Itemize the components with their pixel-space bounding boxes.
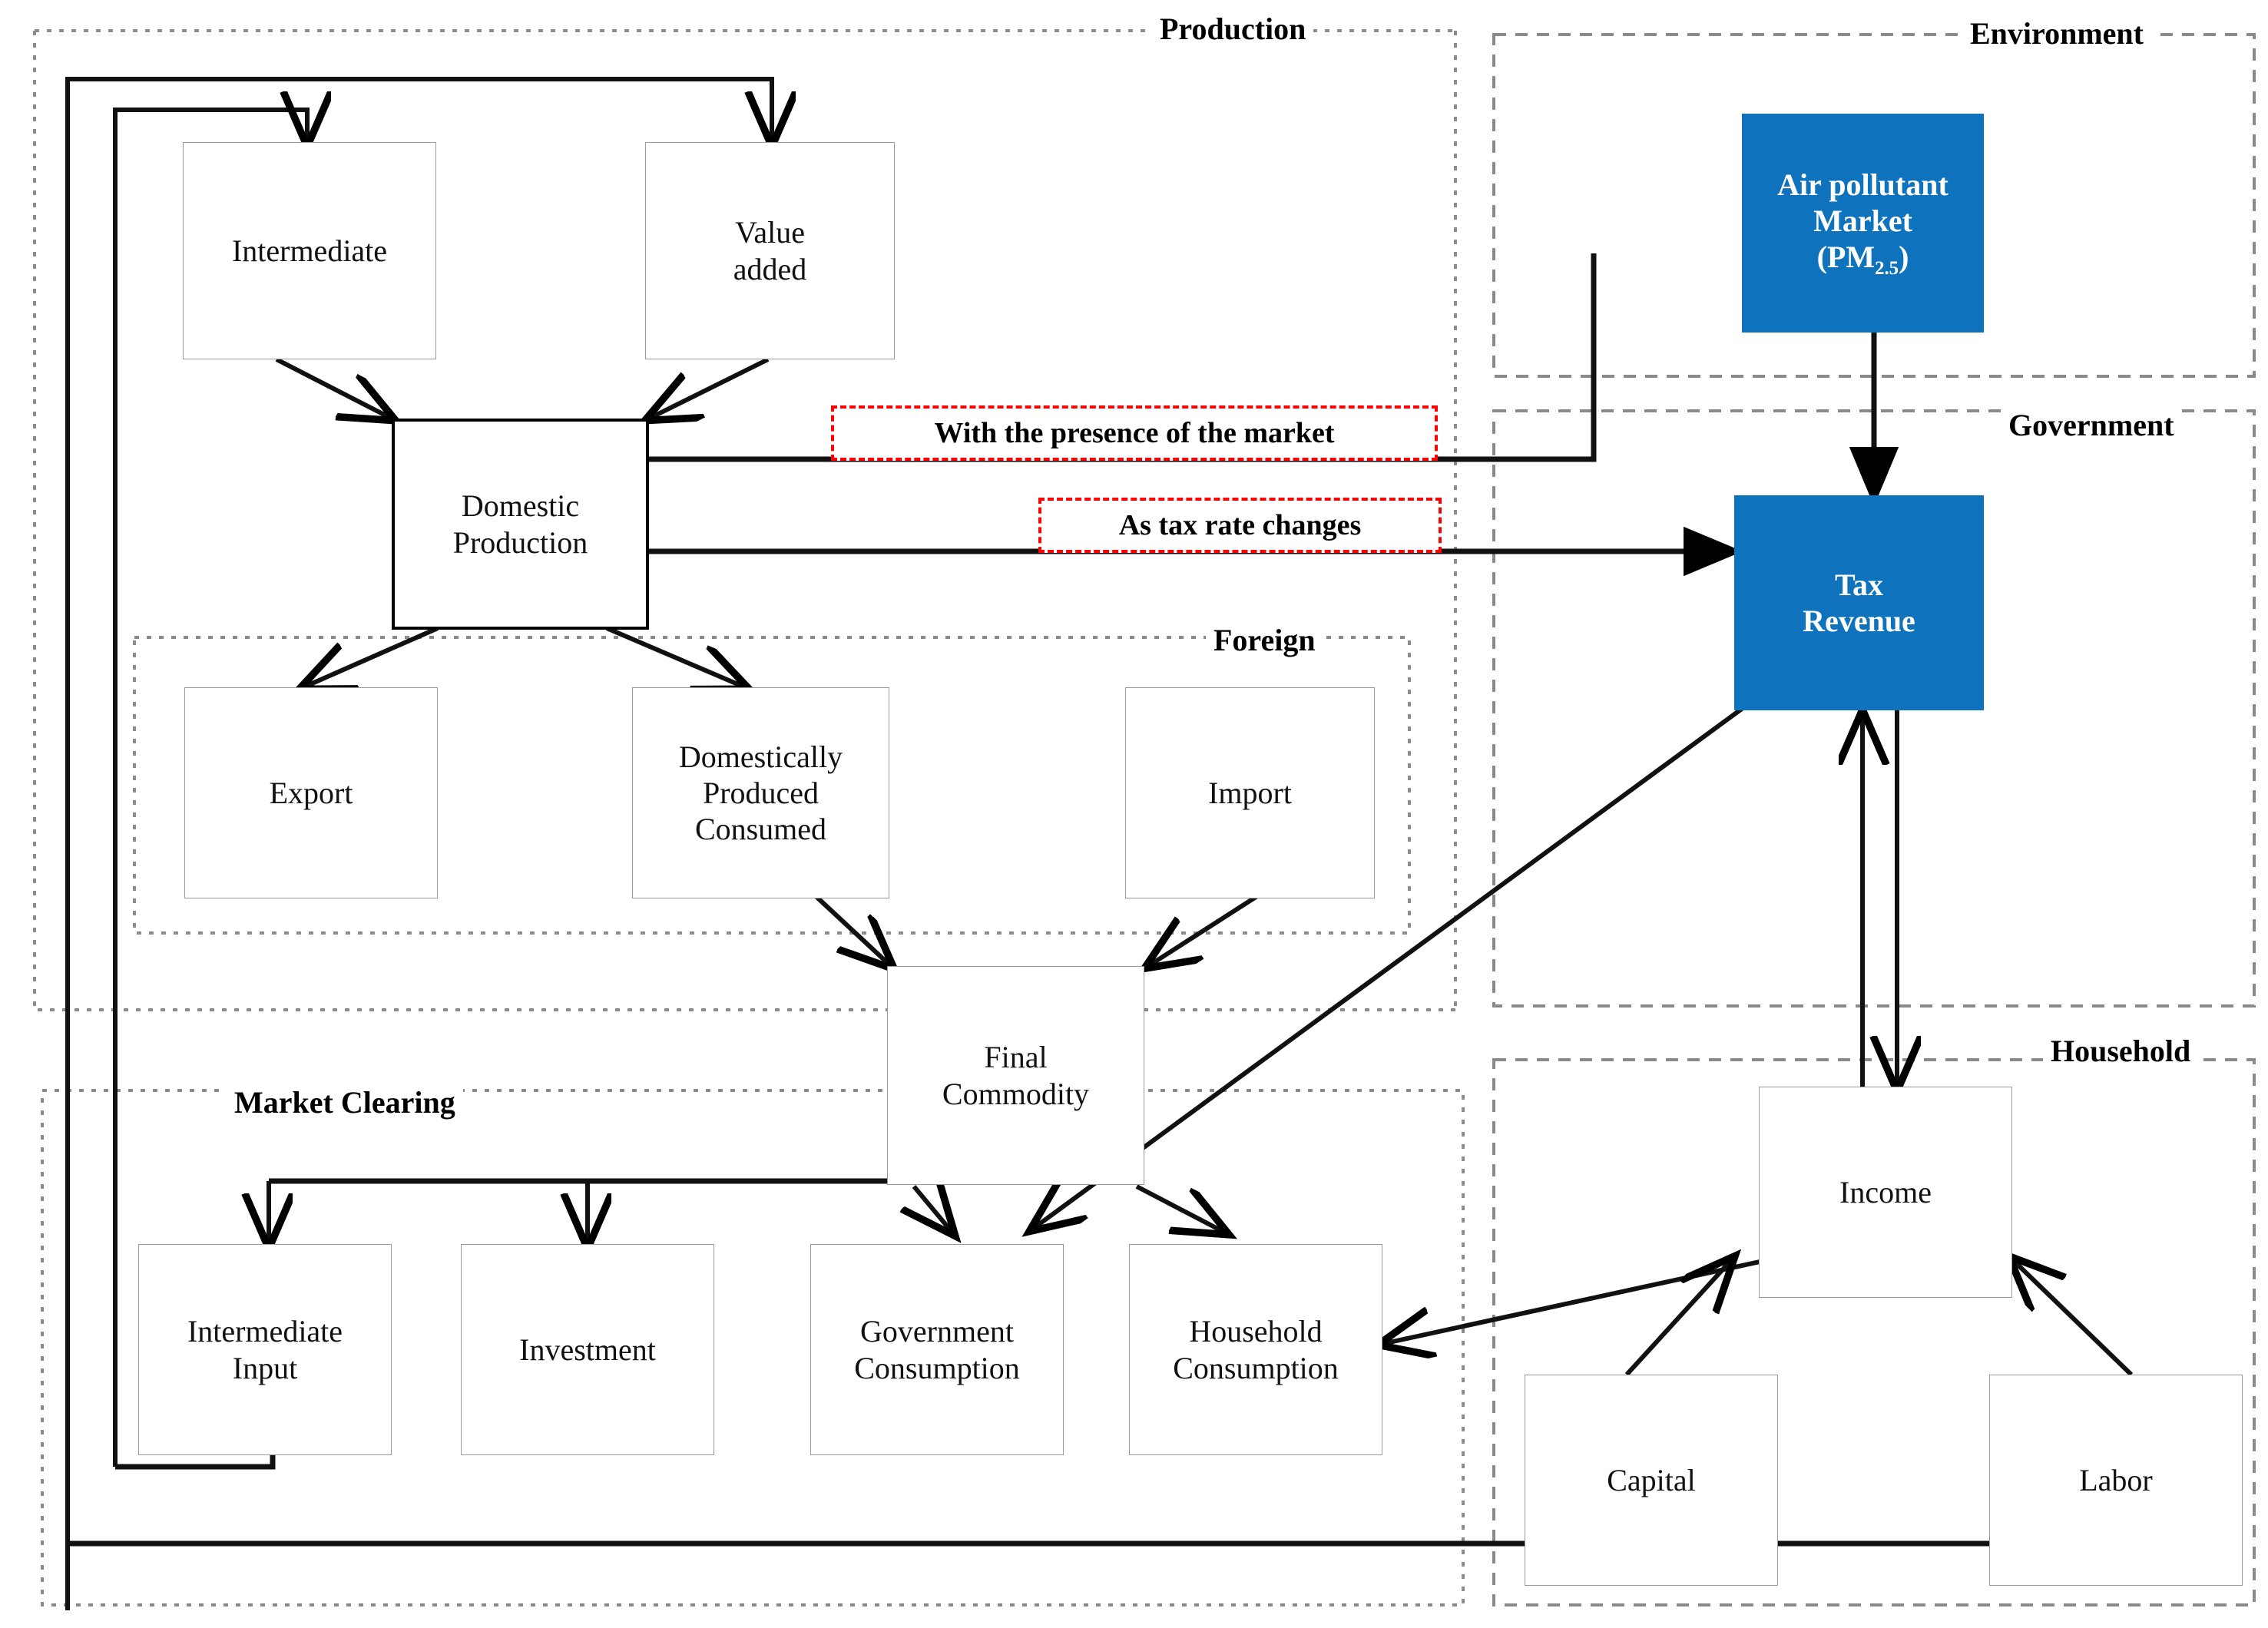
region-label-environment: Environment [1962,15,2151,51]
node-domestically-produced-consumed-label: Domestically Produced Consumed [678,739,843,847]
node-domestic-production[interactable]: Domestic Production [392,419,649,630]
region-label-foreign: Foreign [1206,622,1323,658]
region-label-government: Government [2001,407,2182,443]
arrow-dpc-to-final-commodity [812,892,891,966]
node-domestically-produced-consumed[interactable]: Domestically Produced Consumed [632,687,889,898]
annotation-with-presence-of-market: With the presence of the market [831,405,1438,461]
arrow-labor-to-income [2012,1259,2134,1377]
node-labor[interactable]: Labor [1989,1375,2243,1586]
annotation-with-presence-of-market-label: With the presence of the market [934,417,1335,449]
node-income-label: Income [1839,1174,1932,1209]
diagram-canvas: Production Environment Government Foreig… [0,0,2268,1628]
region-label-household: Household [2043,1033,2199,1069]
node-import-label: Import [1208,775,1292,810]
node-tax-revenue-label: Tax Revenue [1803,567,1915,638]
arrow-intermediate-to-domestic-production [275,357,392,419]
arrow-income-to-household-consumption [1382,1257,1771,1344]
node-investment-label: Investment [519,1332,656,1367]
node-value-added-label: Value added [733,215,807,286]
node-air-pollutant-market-label: Air pollutant Market (PM2.5) [1777,167,1948,280]
annotation-as-tax-rate-changes: As tax rate changes [1038,498,1442,553]
arrow-capital-to-income [1624,1259,1732,1377]
arrow-final-commodity-to-government-consumption [914,1186,952,1233]
node-final-commodity-label: Final Commodity [942,1040,1090,1111]
node-intermediate-input[interactable]: Intermediate Input [138,1244,392,1455]
annotation-as-tax-rate-changes-label: As tax rate changes [1118,509,1362,541]
node-government-consumption-label: Government Consumption [854,1314,1020,1385]
region-label-production: Production [1152,11,1314,47]
node-export-label: Export [269,775,353,810]
region-label-market-clearing: Market Clearing [227,1084,463,1120]
arrow-value-added-to-domestic-production [649,357,770,419]
node-household-consumption[interactable]: Household Consumption [1129,1244,1382,1455]
node-intermediate-label: Intermediate [231,233,388,268]
node-intermediate[interactable]: Intermediate [183,142,436,359]
node-air-pollutant-market[interactable]: Air pollutant Market (PM2.5) [1742,114,1984,333]
node-government-consumption[interactable]: Government Consumption [810,1244,1064,1455]
node-investment[interactable]: Investment [461,1244,714,1455]
node-import[interactable]: Import [1125,687,1375,898]
node-export[interactable]: Export [184,687,438,898]
node-capital-label: Capital [1607,1462,1696,1497]
node-household-consumption-label: Household Consumption [1173,1314,1339,1385]
node-domestic-production-label: Domestic Production [452,488,588,560]
arrow-final-commodity-to-household-consumption [1135,1184,1225,1233]
node-capital[interactable]: Capital [1525,1375,1778,1586]
line-intermediate-input-return [115,1455,276,1470]
node-labor-label: Labor [2079,1462,2153,1497]
node-final-commodity[interactable]: Final Commodity [887,966,1144,1185]
node-value-added[interactable]: Value added [645,142,895,359]
node-intermediate-input-label: Intermediate Input [187,1314,343,1385]
node-income[interactable]: Income [1759,1087,2012,1298]
node-tax-revenue[interactable]: Tax Revenue [1734,495,1984,710]
arrow-import-to-final-commodity [1148,892,1261,966]
